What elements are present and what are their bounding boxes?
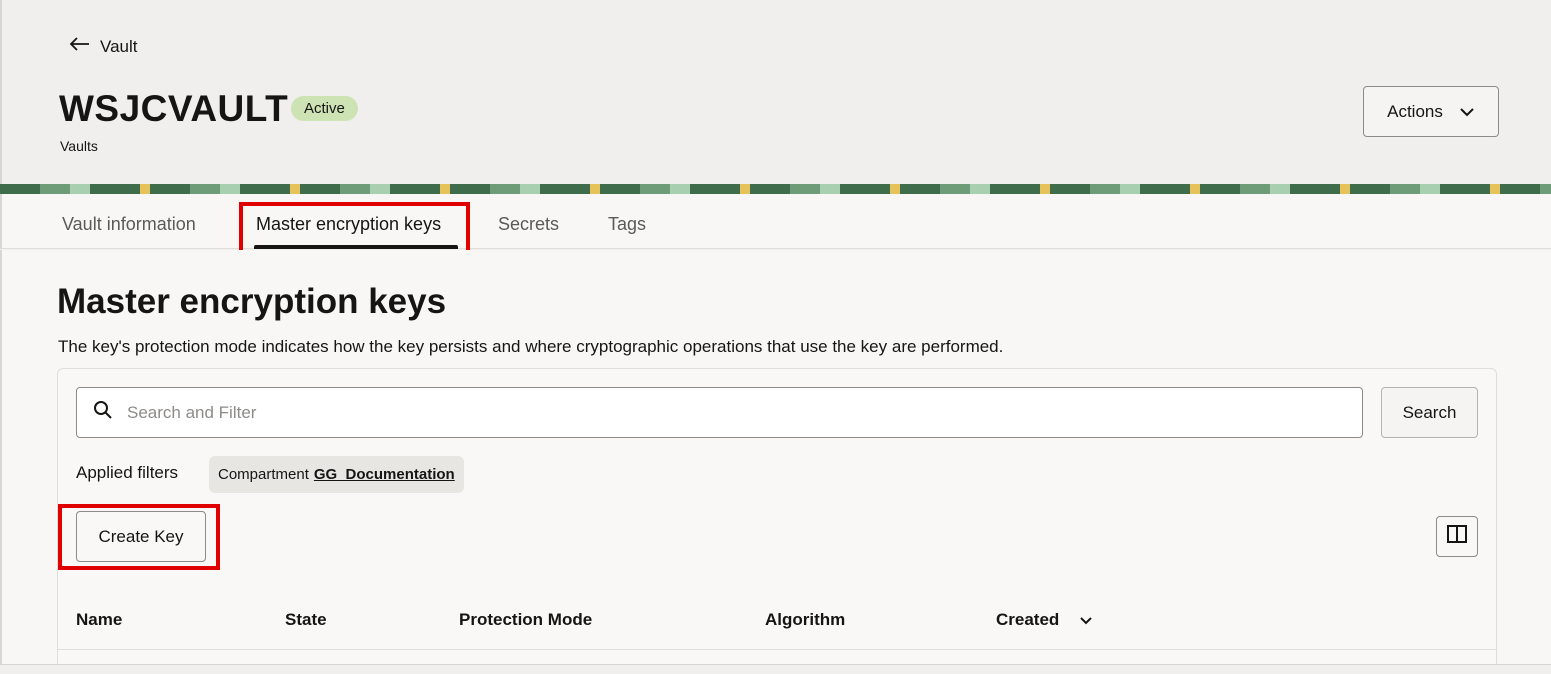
column-header-state[interactable]: State xyxy=(285,610,327,630)
resource-type: Vaults xyxy=(60,138,98,154)
table-divider xyxy=(58,649,1496,650)
tab-secrets[interactable]: Secrets xyxy=(498,214,559,235)
chevron-down-icon xyxy=(1459,102,1475,122)
horizontal-scrollbar[interactable] xyxy=(0,664,1551,674)
page-header: Vault WSJCVAULT Active Vaults Actions xyxy=(0,0,1551,184)
tab-bar: Vault information Master encryption keys… xyxy=(0,194,1551,249)
back-label: Vault xyxy=(100,37,138,57)
filter-value-link[interactable]: GG_Documentation xyxy=(314,466,455,483)
filter-chip[interactable]: Compartment GG_Documentation xyxy=(209,456,464,493)
column-header-created[interactable]: Created xyxy=(996,610,1093,630)
search-input[interactable] xyxy=(127,403,1327,423)
back-link[interactable]: Vault xyxy=(68,36,138,57)
filter-name: Compartment xyxy=(218,466,309,483)
column-header-algorithm[interactable]: Algorithm xyxy=(765,610,845,630)
column-header-protection-mode[interactable]: Protection Mode xyxy=(459,610,592,630)
column-header-name[interactable]: Name xyxy=(76,610,122,630)
search-icon xyxy=(93,400,113,425)
section-description: The key's protection mode indicates how … xyxy=(58,337,1003,357)
tab-vault-information[interactable]: Vault information xyxy=(62,214,196,235)
sort-chevron-down-icon[interactable] xyxy=(1079,610,1093,630)
actions-button[interactable]: Actions xyxy=(1363,86,1499,137)
highlight-box xyxy=(58,504,220,570)
tab-tags[interactable]: Tags xyxy=(608,214,646,235)
search-button[interactable]: Search xyxy=(1381,387,1478,438)
manage-columns-button[interactable] xyxy=(1436,516,1478,557)
applied-filters-label: Applied filters xyxy=(76,463,178,483)
created-label: Created xyxy=(996,610,1059,630)
columns-icon xyxy=(1447,525,1467,548)
arrow-left-icon xyxy=(68,36,90,57)
search-field[interactable] xyxy=(76,387,1363,438)
page-title: WSJCVAULT xyxy=(59,88,288,130)
actions-label: Actions xyxy=(1387,102,1443,122)
decorative-banner xyxy=(0,184,1551,194)
status-badge: Active xyxy=(291,96,358,121)
section-heading: Master encryption keys xyxy=(57,282,446,322)
highlight-box xyxy=(239,202,470,257)
